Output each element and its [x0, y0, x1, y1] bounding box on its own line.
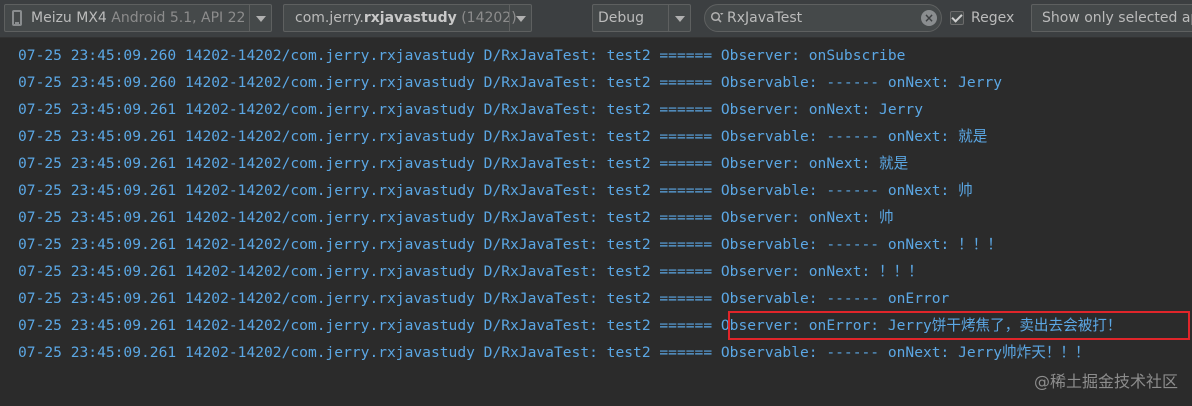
log-message: 14202-14202/com.jerry.rxjavastudy D/RxJa… [176, 236, 1002, 253]
log-line: 07-25 23:45:09.261 14202-14202/com.jerry… [18, 123, 987, 150]
clear-icon[interactable]: × [921, 10, 937, 26]
log-timestamp-ms: 261 [149, 128, 177, 145]
search-input[interactable] [727, 7, 907, 29]
chevron-down-icon[interactable] [668, 5, 690, 31]
chevron-down-icon[interactable] [509, 5, 531, 31]
process-selector-label: com.jerry.rxjavastudy (14202) [295, 5, 517, 31]
log-line: 07-25 23:45:09.261 14202-14202/com.jerry… [18, 285, 949, 312]
log-timestamp-ms: 261 [149, 290, 177, 307]
device-selector[interactable]: Meizu MX4 Android 5.1, API 22 [4, 4, 272, 32]
regex-label: Regex [971, 10, 1015, 26]
log-timestamp-ms: 260 [149, 47, 177, 64]
search-icon[interactable] [710, 11, 724, 25]
log-timestamp-prefix: 07-25 23:45:09. [18, 263, 150, 280]
log-timestamp-ms: 261 [149, 344, 177, 361]
log-line: 07-25 23:45:09.260 14202-14202/com.jerry… [18, 69, 1002, 96]
log-line: 07-25 23:45:09.261 14202-14202/com.jerry… [18, 96, 923, 123]
log-timestamp-prefix: 07-25 23:45:09. [18, 128, 150, 145]
log-timestamp-prefix: 07-25 23:45:09. [18, 209, 150, 226]
log-message: 14202-14202/com.jerry.rxjavastudy D/RxJa… [176, 101, 923, 118]
log-timestamp-prefix: 07-25 23:45:09. [18, 47, 150, 64]
chevron-down-icon[interactable] [249, 5, 271, 31]
process-bold: rxjavastudy [363, 10, 457, 26]
process-prefix: com.jerry. [295, 10, 364, 26]
log-timestamp-prefix: 07-25 23:45:09. [18, 101, 150, 118]
phone-icon [12, 10, 22, 26]
log-timestamp-ms: 261 [149, 155, 177, 172]
log-message: 14202-14202/com.jerry.rxjavastudy D/RxJa… [176, 263, 923, 280]
log-level-label: Debug [598, 10, 645, 26]
log-timestamp-ms: 260 [149, 74, 177, 91]
log-line: 07-25 23:45:09.261 14202-14202/com.jerry… [18, 177, 973, 204]
logcat-output[interactable]: 07-25 23:45:09.260 14202-14202/com.jerry… [0, 39, 1192, 406]
log-timestamp-ms: 261 [149, 263, 177, 280]
log-level-selector[interactable]: Debug [592, 4, 691, 32]
log-line: 07-25 23:45:09.261 14202-14202/com.jerry… [18, 258, 923, 285]
process-pid: (14202) [456, 10, 517, 26]
log-timestamp-prefix: 07-25 23:45:09. [18, 290, 150, 307]
log-message: 14202-14202/com.jerry.rxjavastudy D/RxJa… [176, 128, 988, 145]
filter-selector[interactable]: Show only selected ap [1031, 4, 1192, 32]
log-line: 07-25 23:45:09.261 14202-14202/com.jerry… [18, 150, 908, 177]
device-selector-label: Meizu MX4 Android 5.1, API 22 [31, 5, 245, 31]
log-message: 14202-14202/com.jerry.rxjavastudy D/RxJa… [176, 47, 906, 64]
search-box[interactable]: × [704, 4, 942, 32]
log-timestamp-ms: 261 [149, 101, 177, 118]
watermark: @稀土掘金技术社区 [1033, 372, 1178, 391]
filter-selector-label: Show only selected ap [1042, 10, 1192, 26]
regex-checkbox[interactable] [950, 11, 964, 25]
log-timestamp-prefix: 07-25 23:45:09. [18, 317, 150, 334]
log-line: 07-25 23:45:09.261 14202-14202/com.jerry… [18, 339, 1090, 366]
log-timestamp-prefix: 07-25 23:45:09. [18, 155, 150, 172]
log-timestamp-prefix: 07-25 23:45:09. [18, 344, 150, 361]
log-line: 07-25 23:45:09.261 14202-14202/com.jerry… [18, 231, 1002, 258]
log-message: 14202-14202/com.jerry.rxjavastudy D/RxJa… [176, 74, 1003, 91]
log-timestamp-prefix: 07-25 23:45:09. [18, 74, 150, 91]
error-highlight-box [728, 311, 1190, 340]
log-message: 14202-14202/com.jerry.rxjavastudy D/RxJa… [176, 209, 894, 226]
log-timestamp-ms: 261 [149, 182, 177, 199]
device-detail: Android 5.1, API 22 [106, 10, 246, 26]
log-line: 07-25 23:45:09.260 14202-14202/com.jerry… [18, 42, 905, 69]
log-timestamp-ms: 261 [149, 236, 177, 253]
log-timestamp-prefix: 07-25 23:45:09. [18, 182, 150, 199]
log-message: 14202-14202/com.jerry.rxjavastudy D/RxJa… [176, 344, 1090, 361]
log-timestamp-ms: 261 [149, 317, 177, 334]
log-message: 14202-14202/com.jerry.rxjavastudy D/RxJa… [176, 155, 909, 172]
log-message: 14202-14202/com.jerry.rxjavastudy D/RxJa… [176, 182, 973, 199]
device-name: Meizu MX4 [31, 10, 107, 26]
log-line: 07-25 23:45:09.261 14202-14202/com.jerry… [18, 204, 894, 231]
process-selector[interactable]: com.jerry.rxjavastudy (14202) [283, 4, 532, 32]
log-timestamp-ms: 261 [149, 209, 177, 226]
log-timestamp-prefix: 07-25 23:45:09. [18, 236, 150, 253]
log-message: 14202-14202/com.jerry.rxjavastudy D/RxJa… [176, 290, 950, 307]
logcat-toolbar: Meizu MX4 Android 5.1, API 22 com.jerry.… [0, 0, 1192, 38]
